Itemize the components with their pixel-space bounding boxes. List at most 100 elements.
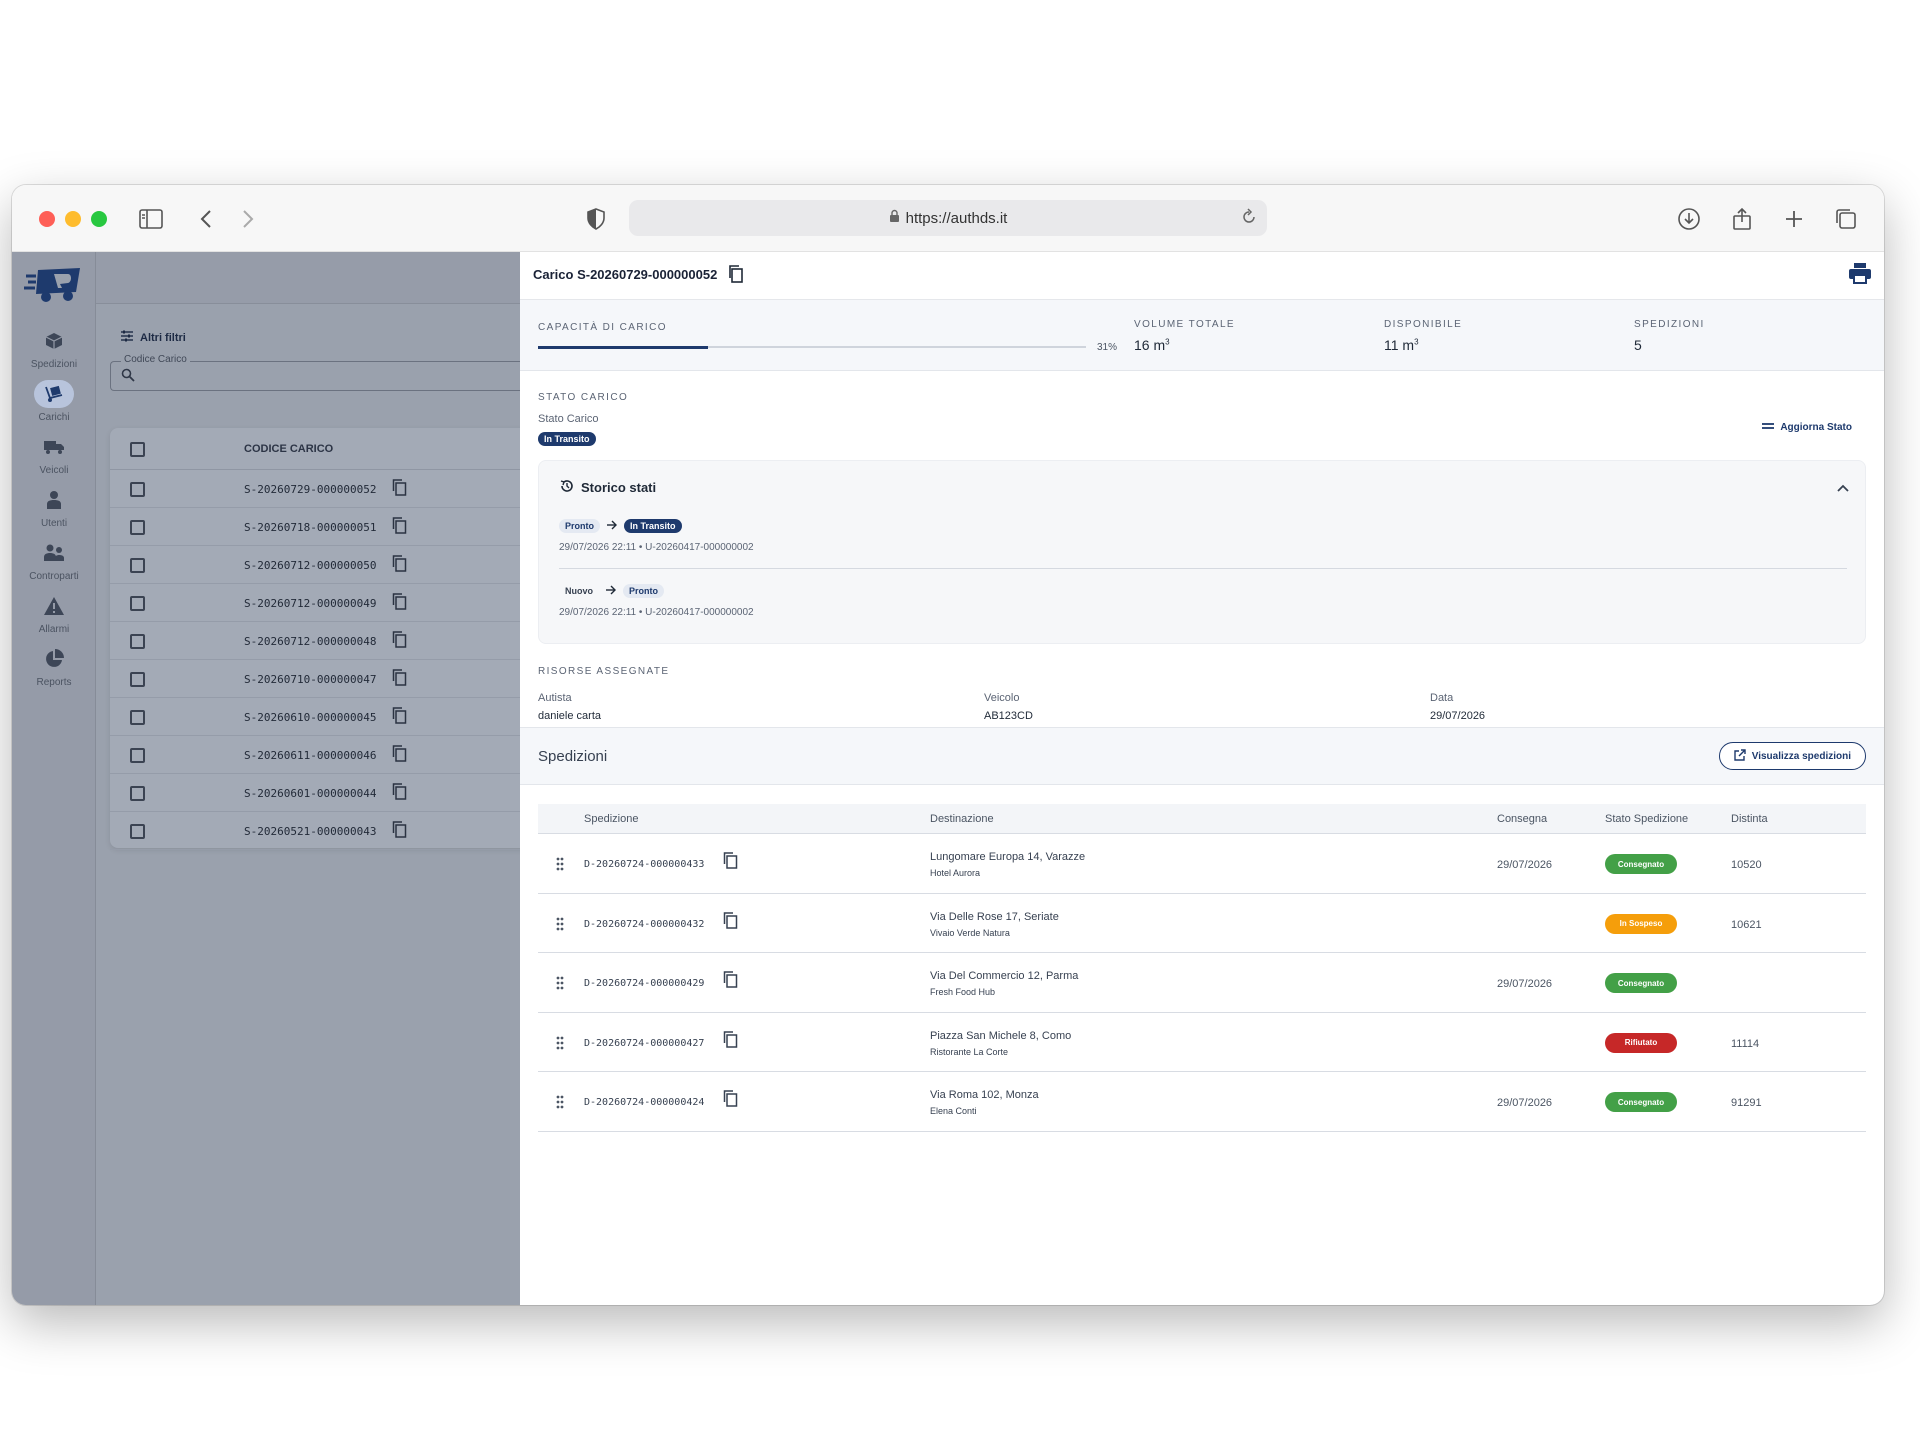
nav-label: Veicoli (39, 465, 69, 476)
table-row[interactable]: S-20260611-000000046 (110, 736, 530, 774)
shipment-row[interactable]: D-20260724-000000433 Lungomare Europa 14,… (538, 834, 1866, 894)
nav-label: Reports (36, 677, 72, 688)
table-row[interactable]: S-20260712-000000049 (110, 584, 530, 622)
table-row[interactable]: S-20260710-000000047 (110, 660, 530, 698)
shipment-row[interactable]: D-20260724-000000432 Via Delle Rose 17, S… (538, 894, 1866, 953)
maximize-window-button[interactable] (91, 211, 107, 227)
share-icon[interactable] (1728, 205, 1756, 233)
shipments-title: Spedizioni (538, 748, 608, 765)
box-icon (34, 327, 74, 355)
row-checkbox[interactable] (130, 824, 145, 839)
row-checkbox[interactable] (130, 482, 145, 497)
drag-handle-icon[interactable] (556, 976, 564, 995)
row-checkbox[interactable] (130, 520, 145, 535)
shipment-row[interactable]: D-20260724-000000429 Via Del Commercio 12… (538, 953, 1866, 1013)
select-all-checkbox[interactable] (130, 442, 145, 457)
table-row[interactable]: S-20260712-000000048 (110, 622, 530, 660)
nav-item-controparti[interactable]: Controparti (12, 539, 96, 591)
drag-handle-icon[interactable] (556, 1036, 564, 1055)
load-code-search-input[interactable]: Codice Carico (110, 354, 530, 391)
table-row[interactable]: S-20260521-000000043 (110, 812, 530, 850)
table-row[interactable]: S-20260729-000000052 (110, 470, 530, 508)
nav-item-allarmi[interactable]: Allarmi (12, 592, 96, 644)
row-checkbox[interactable] (130, 558, 145, 573)
table-row[interactable]: S-20260718-000000051 (110, 508, 530, 546)
nav-item-veicoli[interactable]: Veicoli (12, 433, 96, 485)
nav-item-utenti[interactable]: Utenti (12, 486, 96, 538)
view-shipments-button[interactable]: Visualizza spedizioni (1718, 742, 1866, 770)
column-header-consegna[interactable]: Consegna (1497, 813, 1547, 825)
drag-handle-icon[interactable] (556, 917, 564, 936)
stato-carico-badge: In Transito (538, 429, 596, 447)
reload-icon[interactable] (1241, 208, 1257, 230)
chevron-up-icon[interactable] (1837, 479, 1849, 497)
load-code: S-20260610-000000045 (244, 711, 377, 724)
table-row[interactable]: S-20260712-000000050 (110, 546, 530, 584)
privacy-shield-icon[interactable] (582, 205, 610, 233)
kpi-value: 11 m3 (1384, 337, 1419, 353)
capacity-percent: 31% (1097, 342, 1118, 353)
nav-item-spedizioni[interactable]: Spedizioni (12, 327, 96, 379)
column-header-destinazione[interactable]: Destinazione (930, 813, 994, 825)
tab-overview-icon[interactable] (1832, 205, 1860, 233)
capacity-progress-fill (538, 345, 708, 349)
copy-icon[interactable] (392, 783, 407, 805)
shipment-row[interactable]: D-20260724-000000424 Via Roma 102, Monza E… (538, 1072, 1866, 1132)
delivery-date: 29/07/2026 (1497, 1097, 1553, 1109)
table-row[interactable]: S-20260610-000000045 (110, 698, 530, 736)
copy-icon[interactable] (392, 479, 407, 501)
close-window-button[interactable] (39, 211, 55, 227)
copy-icon[interactable] (723, 911, 738, 934)
copy-icon[interactable] (392, 555, 407, 577)
copy-icon[interactable] (723, 852, 738, 874)
update-status-button[interactable]: Aggiorna Stato (1762, 421, 1852, 434)
nav-item-carichi[interactable]: Carichi (12, 380, 96, 432)
nav-label: Carichi (38, 412, 70, 423)
row-checkbox[interactable] (130, 786, 145, 801)
drag-handle-icon[interactable] (556, 1095, 564, 1114)
column-header-spedizione[interactable]: Spedizione (584, 813, 638, 825)
copy-icon[interactable] (392, 631, 407, 653)
more-filters-button[interactable]: Altri filtri (120, 330, 186, 345)
forward-icon[interactable] (234, 205, 262, 233)
drag-handle-icon[interactable] (556, 857, 564, 876)
shipment-destination: Via Del Commercio 12, Parma Fresh Food Hu… (930, 970, 1078, 997)
history-header[interactable]: Storico stati (559, 478, 656, 497)
row-checkbox[interactable] (130, 710, 145, 725)
copy-icon[interactable] (392, 669, 407, 691)
destination-address: Via Del Commercio 12, Parma (930, 970, 1079, 982)
row-checkbox[interactable] (130, 596, 145, 611)
minimize-window-button[interactable] (65, 211, 81, 227)
shipment-row[interactable]: D-20260724-000000427 Piazza San Michele 8… (538, 1013, 1866, 1072)
copy-icon[interactable] (728, 265, 744, 288)
table-row[interactable]: S-20260601-000000044 (110, 774, 530, 812)
copy-icon[interactable] (392, 593, 407, 615)
kpi-volume-totale: VOLUME TOTALE 16 m3 (1134, 319, 1235, 353)
user-icon (34, 486, 74, 514)
new-tab-icon[interactable] (1780, 205, 1808, 233)
back-icon[interactable] (192, 205, 220, 233)
address-bar[interactable]: https://authds.it (629, 200, 1267, 236)
copy-icon[interactable] (723, 971, 738, 993)
row-checkbox[interactable] (130, 672, 145, 687)
copy-icon[interactable] (392, 821, 407, 843)
row-checkbox[interactable] (130, 634, 145, 649)
print-icon[interactable] (1848, 262, 1872, 289)
column-header-distinta[interactable]: Distinta (1731, 813, 1768, 825)
copy-icon[interactable] (392, 745, 407, 767)
column-header-stato-spedizione[interactable]: Stato Spedizione (1605, 813, 1688, 825)
nav-item-reports[interactable]: Reports (12, 645, 96, 697)
sidebar-toggle-icon[interactable] (137, 205, 165, 233)
history-divider (559, 568, 1847, 569)
copy-icon[interactable] (392, 707, 407, 729)
copy-icon[interactable] (723, 1090, 738, 1112)
kpi-disponibile: DISPONIBILE 11 m3 (1384, 319, 1462, 353)
capacity-summary: CAPACITÀ DI CARICO 31% VOLUME TOTALE 16 … (520, 300, 1884, 371)
nav-label: Allarmi (38, 624, 70, 635)
row-checkbox[interactable] (130, 748, 145, 763)
download-icon[interactable] (1675, 205, 1703, 233)
shipment-code: D-20260724-000000432 (584, 918, 705, 930)
copy-icon[interactable] (392, 517, 407, 539)
copy-icon[interactable] (723, 1030, 738, 1053)
shipments-header: Spedizioni Visualizza spedizioni (520, 727, 1884, 785)
